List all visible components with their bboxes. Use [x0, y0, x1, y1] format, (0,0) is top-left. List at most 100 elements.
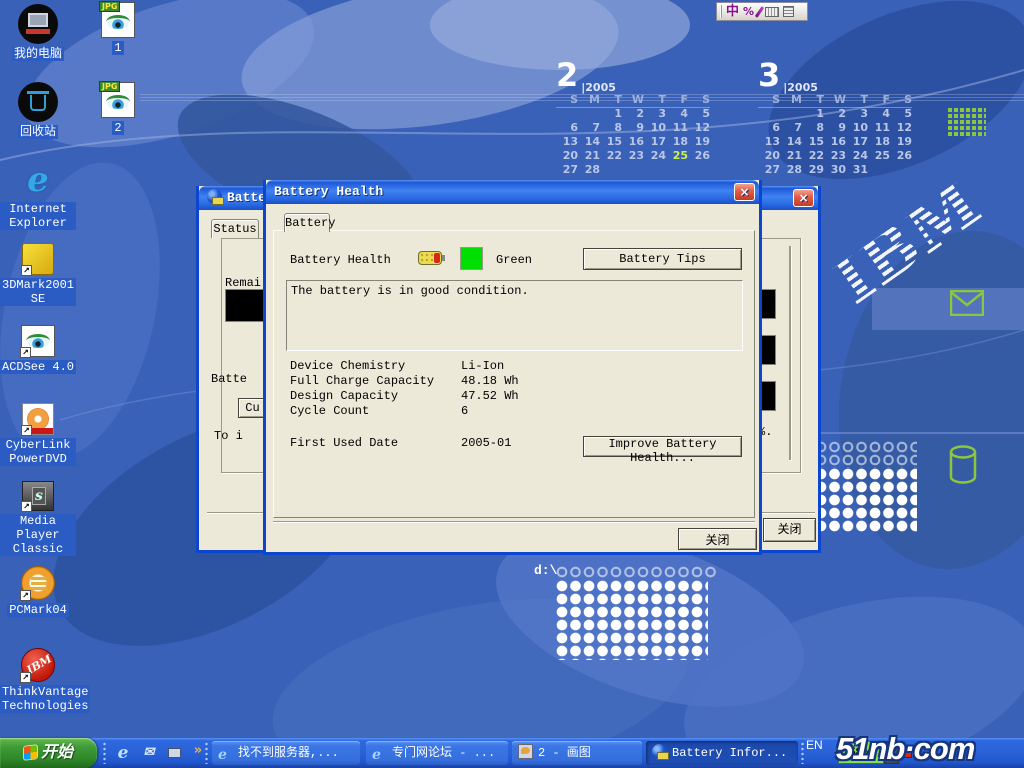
group-box-edge: [789, 246, 791, 460]
calendar-day: 4: [666, 107, 688, 120]
calendar-day: 22: [802, 149, 824, 162]
health-label: Battery Health: [290, 253, 391, 267]
wallpaper-line: [790, 432, 1024, 434]
battery-information-icon: [207, 189, 222, 204]
desktop-icon-3dmark2001[interactable]: ↗ 3DMark2001 SE: [0, 243, 76, 307]
battery-health-titlebar[interactable]: Battery Health ×: [266, 180, 759, 204]
calendar-day: 24: [644, 149, 666, 162]
desktop-icon-acdsee[interactable]: ↗ ACDSee 4.0: [0, 325, 76, 375]
tab-battery[interactable]: Battery: [284, 213, 330, 232]
health-status: Green: [496, 253, 532, 267]
start-button[interactable]: 开始: [0, 738, 97, 768]
calendar-day: 2: [824, 107, 846, 120]
calendar-day: 28: [780, 163, 802, 176]
calendar-day: 16: [622, 135, 644, 148]
quick-launch-mail-icon[interactable]: ✉: [139, 743, 159, 763]
soft-keyboard-icon[interactable]: [765, 7, 779, 17]
calendar-day: 2: [622, 107, 644, 120]
close-icon[interactable]: ×: [734, 183, 755, 201]
battery-info-row: Design Capacity47.52 Wh: [290, 388, 519, 403]
width-mode-button[interactable]: %: [743, 5, 754, 18]
language-bar[interactable]: 中 %: [716, 2, 808, 21]
info-value: Li-Ion: [461, 359, 504, 373]
cylinder-icon: [948, 445, 978, 485]
grid-icon: [948, 108, 986, 136]
quick-launch-ie-icon[interactable]: e: [113, 743, 133, 763]
desktop-icon-powerdvd[interactable]: ↗ CyberLink PowerDVD: [0, 403, 76, 467]
input-mode-button[interactable]: 中: [726, 3, 739, 20]
calendar-day: 13: [556, 135, 578, 148]
calendar-day: 22: [600, 149, 622, 162]
taskbar-task-ie-2[interactable]: e专门网论坛 - ...: [366, 741, 508, 765]
desktop-icon-jpg-1[interactable]: JPG 1: [80, 2, 156, 56]
calendar-day: 7: [780, 121, 802, 134]
close-icon[interactable]: ×: [793, 189, 814, 207]
info-value: 6: [461, 404, 468, 418]
desktop-icon-my-computer[interactable]: 我的电脑: [0, 4, 76, 62]
desktop-icon-pcmark04[interactable]: ↗ PCMark04: [0, 566, 76, 618]
taskbar-task-ie-1[interactable]: e找不到服务器,...: [212, 741, 360, 765]
calendar-day: 25: [868, 149, 890, 162]
calendar-february: 2|2005SMTWTFS123456789101112131415161718…: [556, 56, 718, 176]
quick-launch-show-desktop-icon[interactable]: [164, 743, 184, 763]
desktop-icon-internet-explorer[interactable]: e Internet Explorer: [0, 161, 76, 231]
pen-icon[interactable]: [755, 6, 764, 18]
battery-gauge: [225, 289, 265, 322]
taskbar-task-paint[interactable]: 2 - 画图: [512, 741, 642, 765]
drive-label: d:\: [534, 563, 557, 578]
taskbar-separator: [103, 742, 106, 764]
info-label: Design Capacity: [290, 389, 461, 403]
calendar-day: 20: [758, 149, 780, 162]
language-indicator[interactable]: EN: [806, 738, 823, 768]
calendar-day: 5: [890, 107, 912, 120]
improve-battery-health-button[interactable]: Improve Battery Health...: [583, 436, 742, 457]
envelope-icon: [950, 290, 984, 316]
battery-tips-button[interactable]: Battery Tips: [583, 248, 742, 270]
calendar-day: 18: [868, 135, 890, 148]
condition-text: The battery is in good condition.: [287, 281, 742, 301]
calendar-day: 10: [846, 121, 868, 134]
first-used-row: First Used Date2005-01: [290, 435, 511, 450]
calendar-day: 15: [802, 135, 824, 148]
language-menu-icon[interactable]: [783, 6, 794, 17]
calendar-day: 6: [758, 121, 780, 134]
calendar-day: 7: [578, 121, 600, 134]
calendar-day: 11: [868, 121, 890, 134]
remaining-label: Remai: [225, 276, 261, 290]
calendar-day: 3: [846, 107, 868, 120]
taskbar-task-battery-information[interactable]: Battery Infor...: [646, 741, 798, 765]
battery-info-row: Device ChemistryLi-Ion: [290, 358, 519, 373]
desktop: IBM d:\ 2|2005SMTWTFS1234567891011121314…: [0, 0, 1024, 768]
taskbar-separator: [801, 742, 804, 764]
calendar-day: 31: [846, 163, 868, 176]
taskbar-separator: [205, 742, 208, 764]
separator: [273, 521, 755, 523]
calendar-day: 20: [556, 149, 578, 162]
calendar-day: 14: [578, 135, 600, 148]
calendar-day: 9: [824, 121, 846, 134]
language-bar-grip[interactable]: [720, 5, 722, 18]
calendar-day: 12: [688, 121, 710, 134]
battery-label: Batte: [211, 372, 247, 386]
close-button-bg[interactable]: 关闭: [763, 518, 816, 542]
calendar-day: 14: [780, 135, 802, 148]
dots-pattern-filled: [556, 580, 708, 660]
dots-pattern-hollow: [815, 441, 917, 468]
desktop-icon-thinkvantage[interactable]: IBM↗ ThinkVantage Technologies: [0, 648, 76, 714]
to-label: To i: [214, 429, 243, 443]
calendar-day: 27: [556, 163, 578, 176]
desktop-icon-recycle-bin[interactable]: 回收站: [0, 82, 76, 140]
condition-box: The battery is in good condition.: [286, 280, 743, 351]
tab-status[interactable]: Status: [211, 219, 259, 238]
calendar-day: 10: [644, 121, 666, 134]
calendar-day: 1: [600, 107, 622, 120]
desktop-icon-jpg-2[interactable]: JPG 2: [80, 82, 156, 136]
battery-health-dialog[interactable]: Battery Health × Battery Battery Health …: [263, 180, 762, 555]
calendar-day: 27: [758, 163, 780, 176]
desktop-icon-media-player-classic[interactable]: s↗ Media Player Classic: [0, 481, 76, 557]
calendar-day: 5: [688, 107, 710, 120]
calendar-day: 4: [868, 107, 890, 120]
calendar-day: 17: [644, 135, 666, 148]
close-button[interactable]: 关闭: [678, 528, 757, 550]
calendar-day: 25: [666, 149, 688, 162]
